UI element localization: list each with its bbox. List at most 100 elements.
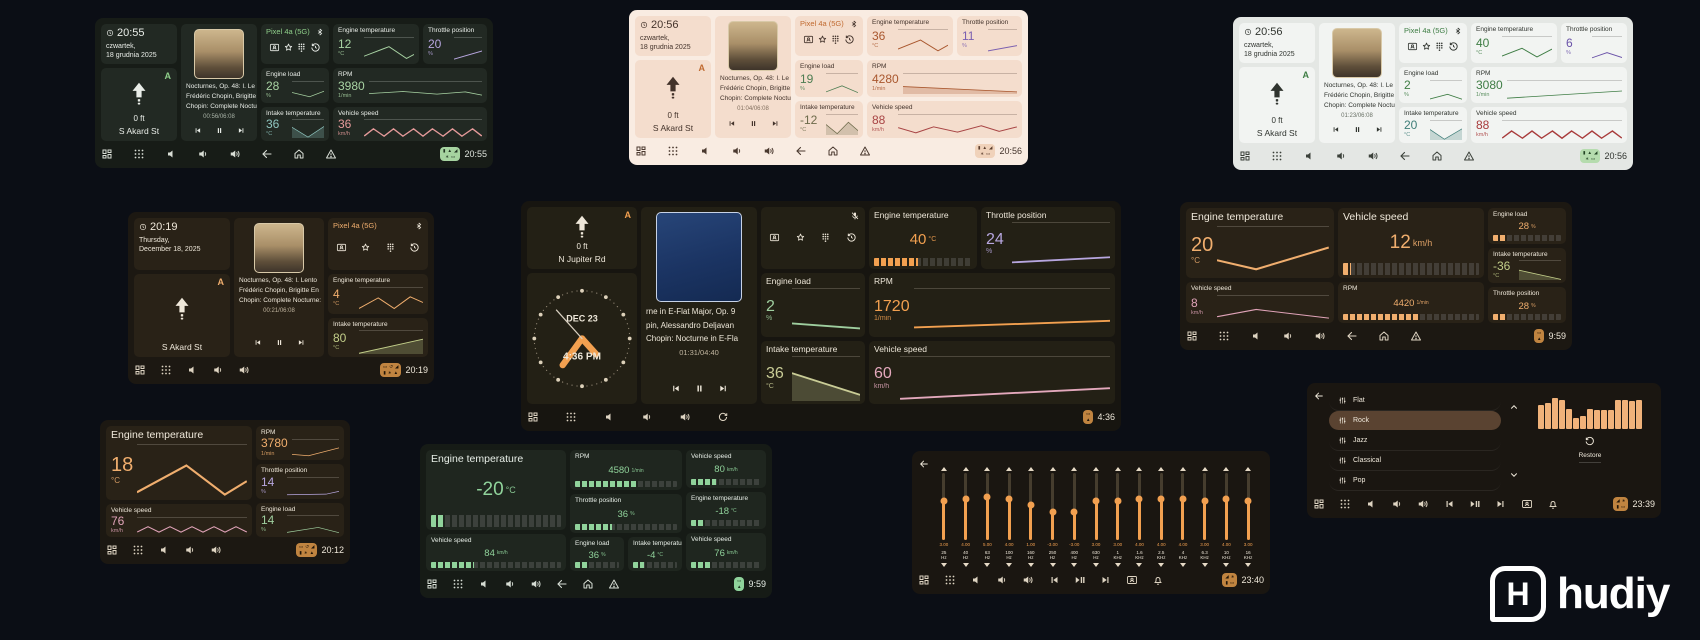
genre-item-rock[interactable]: Rock bbox=[1329, 411, 1501, 430]
dashboard-grid-button[interactable] bbox=[134, 364, 146, 376]
home-button[interactable] bbox=[1378, 330, 1390, 342]
band-increase-button[interactable] bbox=[984, 467, 990, 471]
band-decrease-button[interactable] bbox=[1202, 563, 1208, 567]
star-button[interactable] bbox=[817, 32, 828, 50]
band-slider-knob[interactable] bbox=[1006, 495, 1013, 502]
volume-high-button[interactable] bbox=[763, 145, 775, 157]
apps-grid-button[interactable] bbox=[452, 578, 464, 590]
skip-next-button[interactable] bbox=[1495, 498, 1507, 510]
band-increase-button[interactable] bbox=[1136, 467, 1142, 471]
volume-low-button[interactable] bbox=[1282, 330, 1294, 342]
warning-button[interactable] bbox=[1463, 150, 1475, 162]
apps-grid-button[interactable] bbox=[565, 411, 577, 423]
volume-mute-button[interactable] bbox=[158, 544, 170, 556]
band-increase-button[interactable] bbox=[1223, 467, 1229, 471]
band-slider-knob[interactable] bbox=[962, 495, 969, 502]
dialpad-button[interactable] bbox=[830, 32, 841, 50]
pause-button[interactable] bbox=[694, 381, 705, 399]
pause-button[interactable] bbox=[275, 334, 284, 352]
home-button[interactable] bbox=[582, 578, 594, 590]
band-slider-knob[interactable] bbox=[1223, 495, 1230, 502]
band-slider[interactable] bbox=[1095, 473, 1098, 540]
status-badge[interactable]: ▭↺◢▮∗▲ bbox=[380, 363, 402, 377]
band-slider[interactable] bbox=[1008, 473, 1011, 540]
band-slider-knob[interactable] bbox=[1245, 497, 1252, 504]
warning-button[interactable] bbox=[1410, 330, 1422, 342]
star-button[interactable] bbox=[795, 230, 806, 248]
band-slider[interactable] bbox=[1138, 473, 1141, 540]
volume-high-button[interactable] bbox=[1314, 330, 1326, 342]
band-slider-knob[interactable] bbox=[1136, 495, 1143, 502]
back-arrow-button[interactable] bbox=[261, 148, 273, 160]
band-slider-knob[interactable] bbox=[1158, 495, 1165, 502]
skip-prev-button[interactable] bbox=[1443, 498, 1455, 510]
warning-button[interactable] bbox=[325, 148, 337, 160]
history-button[interactable] bbox=[310, 40, 321, 58]
band-increase-button[interactable] bbox=[1050, 467, 1056, 471]
volume-low-button[interactable] bbox=[504, 578, 516, 590]
status-badge[interactable]: ◢∗▮▭ bbox=[1222, 573, 1237, 587]
home-button[interactable] bbox=[1431, 150, 1443, 162]
band-decrease-button[interactable] bbox=[1180, 563, 1186, 567]
band-slider[interactable] bbox=[942, 473, 945, 540]
band-slider-knob[interactable] bbox=[1179, 495, 1186, 502]
contact-card-button[interactable] bbox=[1521, 498, 1533, 510]
apps-grid-button[interactable] bbox=[133, 148, 145, 160]
band-decrease-button[interactable] bbox=[1093, 563, 1099, 567]
skip-prev-button[interactable] bbox=[193, 122, 202, 140]
status-badge[interactable]: ▭▲ bbox=[1083, 410, 1093, 424]
band-slider[interactable] bbox=[1160, 473, 1163, 540]
skip-prev-button[interactable] bbox=[1048, 574, 1060, 586]
band-slider[interactable] bbox=[964, 473, 967, 540]
genre-item-jazz[interactable]: Jazz bbox=[1329, 431, 1501, 451]
volume-low-button[interactable] bbox=[212, 364, 224, 376]
band-decrease-button[interactable] bbox=[1050, 563, 1056, 567]
scroll-down-button[interactable] bbox=[1509, 467, 1519, 477]
volume-low-button[interactable] bbox=[996, 574, 1008, 586]
warning-button[interactable] bbox=[859, 145, 871, 157]
status-badge[interactable]: ▭↺◢▮∗▲ bbox=[296, 543, 318, 557]
home-button[interactable] bbox=[293, 148, 305, 160]
dialpad-button[interactable] bbox=[820, 230, 831, 248]
band-increase-button[interactable] bbox=[1093, 467, 1099, 471]
contact-card-button[interactable] bbox=[269, 40, 280, 58]
dashboard-grid-button[interactable] bbox=[1239, 150, 1251, 162]
dashboard-grid-button[interactable] bbox=[635, 145, 647, 157]
dialpad-button[interactable] bbox=[1434, 39, 1445, 57]
volume-low-button[interactable] bbox=[641, 411, 653, 423]
band-slider[interactable] bbox=[1225, 473, 1228, 540]
skip-next-button[interactable] bbox=[718, 381, 729, 399]
contact-card-button[interactable] bbox=[769, 230, 780, 248]
play-pause-button[interactable] bbox=[1074, 574, 1086, 586]
band-slider[interactable] bbox=[1181, 473, 1184, 540]
bell-button[interactable] bbox=[1547, 498, 1559, 510]
volume-low-button[interactable] bbox=[731, 145, 743, 157]
band-slider[interactable] bbox=[986, 473, 989, 540]
volume-low-button[interactable] bbox=[184, 544, 196, 556]
skip-prev-button[interactable] bbox=[670, 381, 681, 399]
skip-prev-button[interactable] bbox=[727, 115, 736, 133]
refresh-button[interactable] bbox=[717, 411, 729, 423]
history-button[interactable] bbox=[409, 240, 420, 258]
volume-mute-button[interactable] bbox=[1250, 330, 1262, 342]
history-button[interactable] bbox=[1448, 39, 1459, 57]
contact-card-button[interactable] bbox=[803, 32, 814, 50]
status-badge[interactable]: ▭▲ bbox=[734, 577, 744, 591]
apps-grid-button[interactable] bbox=[1218, 330, 1230, 342]
volume-mute-button[interactable] bbox=[186, 364, 198, 376]
back-arrow-button[interactable] bbox=[795, 145, 807, 157]
band-slider-knob[interactable] bbox=[1027, 501, 1034, 508]
back-button[interactable] bbox=[1314, 388, 1324, 398]
band-increase-button[interactable] bbox=[941, 467, 947, 471]
band-increase-button[interactable] bbox=[1158, 467, 1164, 471]
back-arrow-button[interactable] bbox=[1399, 150, 1411, 162]
back-arrow-button[interactable] bbox=[556, 578, 568, 590]
band-slider-knob[interactable] bbox=[1093, 497, 1100, 504]
band-decrease-button[interactable] bbox=[1158, 563, 1164, 567]
skip-next-button[interactable] bbox=[297, 334, 306, 352]
band-slider[interactable] bbox=[1073, 473, 1076, 540]
genre-item-classical[interactable]: Classical bbox=[1329, 451, 1501, 471]
skip-next-button[interactable] bbox=[771, 115, 780, 133]
star-button[interactable] bbox=[1421, 39, 1432, 57]
band-decrease-button[interactable] bbox=[1223, 563, 1229, 567]
